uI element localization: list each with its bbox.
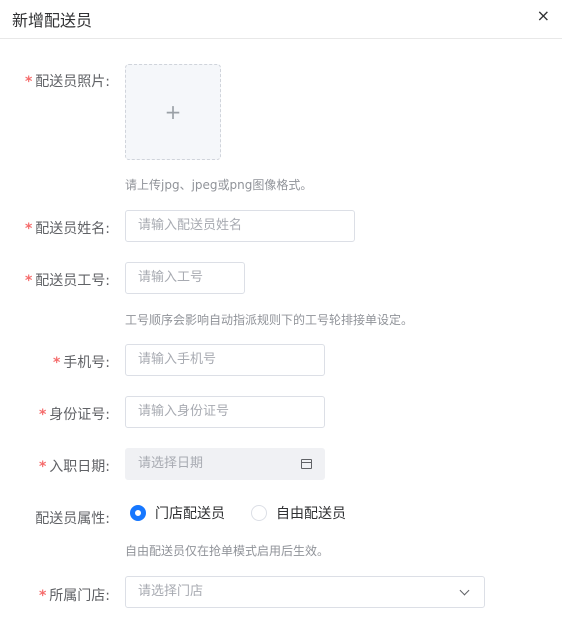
radio-store-courier[interactable]: 门店配送员 bbox=[130, 503, 225, 523]
idcard-input[interactable]: 请输入身份证号 bbox=[125, 396, 325, 428]
photo-label: * 配送员照片: bbox=[24, 74, 110, 90]
attribute-label: 配送员属性: bbox=[35, 511, 110, 527]
radio-free-courier[interactable]: 自由配送员 bbox=[251, 503, 346, 523]
entry-date-picker[interactable]: 请选择日期 bbox=[125, 448, 325, 480]
calendar-icon bbox=[301, 459, 312, 469]
dialog-title: 新增配送员 bbox=[12, 11, 93, 30]
required-mark: * bbox=[52, 355, 61, 371]
dialog-header: 新增配送员 × bbox=[0, 0, 562, 39]
entry-date-label: * 入职日期: bbox=[38, 459, 110, 475]
worknum-hint: 工号顺序会影响自动指派规则下的工号轮排接单设定。 bbox=[125, 313, 414, 327]
worknum-input[interactable]: 请输入工号 bbox=[125, 262, 245, 294]
required-mark: * bbox=[38, 459, 47, 475]
close-icon[interactable]: × bbox=[537, 8, 550, 24]
radio-label: 门店配送员 bbox=[155, 506, 225, 522]
attribute-radio-group: 门店配送员 自由配送员 bbox=[130, 503, 372, 523]
store-placeholder: 请选择门店 bbox=[138, 584, 204, 599]
name-label: * 配送员姓名: bbox=[24, 221, 110, 237]
photo-hint: 请上传jpg、jpeg或png图像格式。 bbox=[125, 178, 313, 192]
plus-icon: + bbox=[164, 100, 182, 124]
name-input[interactable]: 请输入配送员姓名 bbox=[125, 210, 355, 242]
phone-input[interactable]: 请输入手机号 bbox=[125, 344, 325, 376]
photo-upload[interactable]: + bbox=[125, 64, 221, 160]
required-mark: * bbox=[24, 273, 33, 289]
required-mark: * bbox=[24, 221, 33, 237]
radio-unchecked-icon bbox=[251, 505, 267, 521]
entry-date-placeholder: 请选择日期 bbox=[138, 456, 204, 471]
worknum-label: * 配送员工号: bbox=[24, 273, 110, 289]
required-mark: * bbox=[38, 407, 47, 423]
store-label: * 所属门店: bbox=[38, 588, 110, 604]
radio-label: 自由配送员 bbox=[276, 506, 346, 522]
radio-checked-icon bbox=[130, 505, 146, 521]
required-mark: * bbox=[24, 74, 33, 90]
required-mark: * bbox=[38, 588, 47, 604]
phone-label: * 手机号: bbox=[52, 355, 110, 371]
attribute-hint: 自由配送员仅在抢单模式启用后生效。 bbox=[125, 544, 330, 558]
store-select[interactable]: 请选择门店 bbox=[125, 576, 485, 608]
idcard-label: * 身份证号: bbox=[38, 407, 110, 423]
chevron-down-icon bbox=[459, 585, 470, 596]
